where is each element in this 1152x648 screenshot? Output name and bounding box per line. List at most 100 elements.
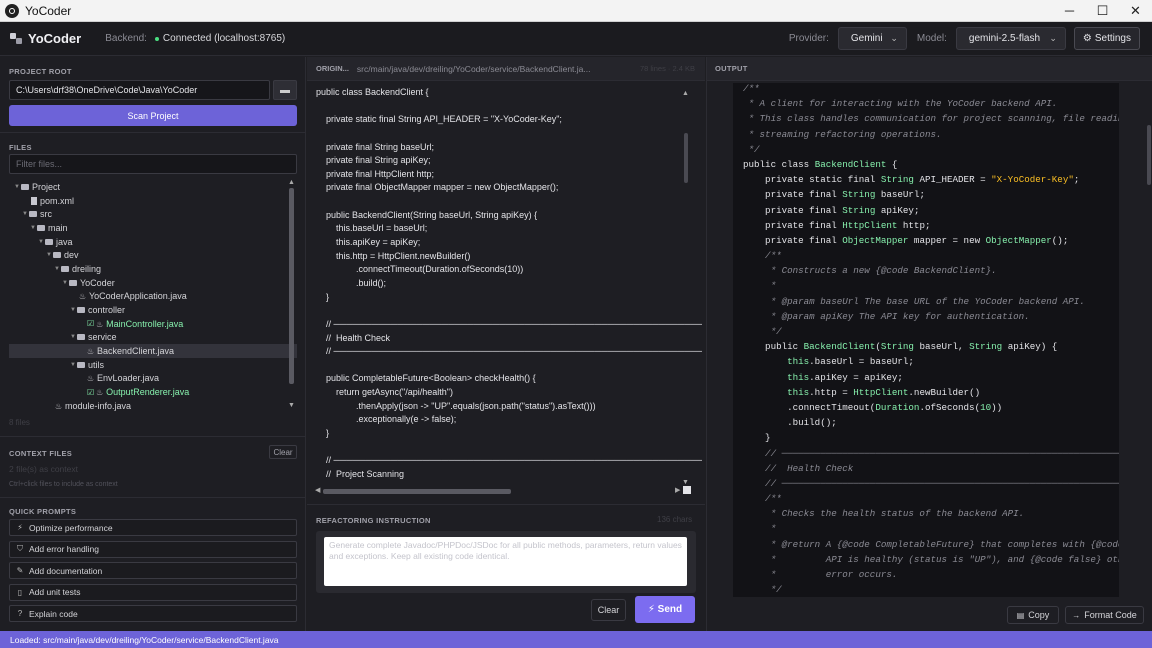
original-file-path: src/main/java/dev/dreiling/YoCoder/servi… [356, 63, 591, 74]
project-root-input[interactable]: C:\Users\drf38\OneDrive\Code\Java\YoCode… [9, 80, 270, 100]
char-count: 136 chars [657, 515, 693, 524]
scan-project-button[interactable]: Scan Project [9, 105, 297, 126]
checkbox-checked-icon[interactable]: ☑ [87, 319, 94, 328]
output-code-line: .connectTimeout(Duration.ofSeconds(10)) [743, 402, 1119, 417]
filter-files-input[interactable]: Filter files... [9, 154, 297, 174]
tree-item-label: OutputRenderer.java [106, 387, 190, 398]
code-line: public CompletableFuture<Boolean> checkH… [316, 373, 536, 384]
chevron-down-icon[interactable]: ▼ [69, 307, 77, 313]
copy-button[interactable]: ▤ Copy [1007, 606, 1059, 624]
tree-item[interactable]: ▼ service [9, 331, 297, 345]
code-line: this.http = HttpClient.newBuilder() [316, 250, 471, 261]
minimize-button[interactable]: ─ [1053, 0, 1086, 22]
clipboard-icon: ▤ [1016, 610, 1025, 620]
tree-item[interactable]: ♨ module-info.java [9, 399, 297, 412]
java-file-icon: ♨ [87, 347, 95, 357]
provider-select[interactable]: Gemini ⌄ [837, 27, 907, 50]
code-token: private final [743, 189, 843, 201]
code-horizontal-scrollbar[interactable]: ◀ ▶ [315, 487, 682, 495]
prompt-icon: ⚡ [17, 523, 23, 532]
left-sidebar: PROJECT ROOT C:\Users\drf38\OneDrive\Cod… [0, 57, 306, 631]
chevron-down-icon[interactable]: ▼ [45, 252, 53, 258]
quick-prompt-button[interactable]: ✎ Add documentation [9, 562, 297, 580]
tree-item[interactable]: ▼ dreiling [9, 262, 297, 276]
code-token: * @param apiKey The API key for authenti… [743, 310, 1030, 322]
code-token: .build(); [743, 417, 837, 429]
tree-item[interactable]: ▼ dev [9, 248, 297, 262]
output-code-line: * API is healthy (status is "UP"), and {… [743, 554, 1119, 569]
tree-item[interactable]: pom.xml [9, 194, 297, 208]
quick-prompts-title: QUICK PROMPTS [9, 507, 77, 516]
tree-item[interactable]: ▼ YoCoder [9, 276, 297, 290]
output-code-line: * Checks the health status of the backen… [743, 508, 1119, 523]
clear-instruction-button[interactable]: Clear [591, 599, 626, 621]
tree-item[interactable]: ♨ YoCoderApplication.java [9, 290, 297, 304]
scrollbar-thumb[interactable] [684, 133, 688, 183]
tree-item[interactable]: ▼ src [9, 207, 297, 221]
checkbox-checked-icon[interactable]: ☑ [87, 388, 94, 397]
folder-icon [45, 238, 53, 245]
maximize-button[interactable]: ☐ [1086, 0, 1119, 22]
tree-item[interactable]: ▼ java [9, 235, 297, 249]
tree-item-label: YoCoder [80, 277, 115, 288]
tree-item[interactable]: ☑ ♨ OutputRenderer.java [9, 385, 297, 399]
backend-status-text: Connected (localhost:8765) [162, 33, 286, 44]
tree-item[interactable]: ▼ controller [9, 303, 297, 317]
code-token: * @return A {@code CompletableFuture} th… [770, 538, 1119, 550]
scrollbar-thumb[interactable] [323, 489, 511, 494]
chevron-down-icon[interactable]: ▼ [69, 334, 77, 340]
output-scrollbar-thumb[interactable] [1147, 125, 1151, 185]
code-token: // ─────────────────────────────────────… [743, 477, 1119, 489]
chevron-down-icon[interactable]: ▼ [29, 225, 37, 231]
format-code-button[interactable]: → Format Code [1065, 606, 1144, 624]
tab-original[interactable]: ORIGIN... [316, 64, 349, 73]
chevron-down-icon[interactable]: ▼ [13, 184, 21, 190]
clear-context-button[interactable]: Clear [269, 445, 297, 459]
chevron-down-icon[interactable]: ▼ [21, 211, 29, 217]
tree-item[interactable]: ♨ BackendClient.java [9, 344, 297, 358]
code-token: )) [991, 401, 1003, 413]
original-code-editor[interactable]: public class BackendClient { private sta… [316, 87, 702, 497]
output-code-view[interactable]: /** * A client for interacting with the … [733, 83, 1119, 597]
folder-icon [69, 279, 77, 286]
tree-item[interactable]: ☑ ♨ MainController.java [9, 317, 297, 331]
close-button[interactable]: ✕ [1119, 0, 1152, 22]
tree-item[interactable]: ▼ Project [9, 180, 297, 194]
quick-prompt-button[interactable]: ? Explain code [9, 605, 297, 623]
code-token: apiKey; [875, 204, 920, 216]
file-icon [31, 196, 37, 205]
code-token: .http = [809, 386, 854, 398]
refactor-instruction-input[interactable]: Generate complete Javadoc/PHPDoc/JSDoc f… [324, 537, 687, 586]
original-code-panel: ORIGIN... src/main/java/dev/dreiling/YoC… [307, 57, 705, 631]
tree-item[interactable]: ▼ utils [9, 358, 297, 372]
code-token: String [842, 189, 876, 201]
folder-icon [77, 361, 85, 368]
tree-item[interactable]: ▼ main [9, 221, 297, 235]
code-token: ; [1073, 174, 1080, 186]
chevron-down-icon[interactable]: ▼ [69, 362, 77, 368]
quick-prompt-button[interactable]: ▯ Add unit tests [9, 583, 297, 601]
file-tree-scrollbar[interactable]: ▲ ▼ [288, 179, 295, 409]
tree-item[interactable]: ♨ EnvLoader.java [9, 372, 297, 386]
send-button[interactable]: ⚡ Send [635, 596, 695, 623]
window-titlebar: YoCoder ─ ☐ ✕ [0, 0, 1152, 22]
chevron-down-icon[interactable]: ▼ [53, 266, 61, 272]
code-vertical-scrollbar[interactable]: ▲ ▼ [682, 90, 690, 497]
chevron-down-icon[interactable]: ▼ [37, 239, 45, 245]
scroll-corner [683, 486, 691, 494]
model-select[interactable]: gemini-2.5-flash ⌄ [955, 27, 1066, 50]
output-panel: OUTPUT /** * A client for interacting wi… [706, 57, 1152, 631]
divider [0, 132, 306, 133]
original-tab-bar: ORIGIN... src/main/java/dev/dreiling/YoC… [307, 57, 705, 81]
chevron-down-icon[interactable]: ▼ [61, 280, 69, 286]
provider-value: Gemini [850, 33, 883, 44]
quick-prompt-button[interactable]: ⚡ Optimize performance [9, 519, 297, 536]
output-code-line: private final String apiKey; [743, 205, 1119, 220]
gear-icon: ⚙ [1082, 33, 1092, 44]
settings-button[interactable]: ⚙ Settings [1073, 27, 1140, 50]
quick-prompt-button[interactable]: ⛉ Add error handling [9, 540, 297, 558]
browse-folder-button[interactable]: ▬ [273, 80, 297, 100]
scrollbar-thumb[interactable] [289, 188, 294, 384]
